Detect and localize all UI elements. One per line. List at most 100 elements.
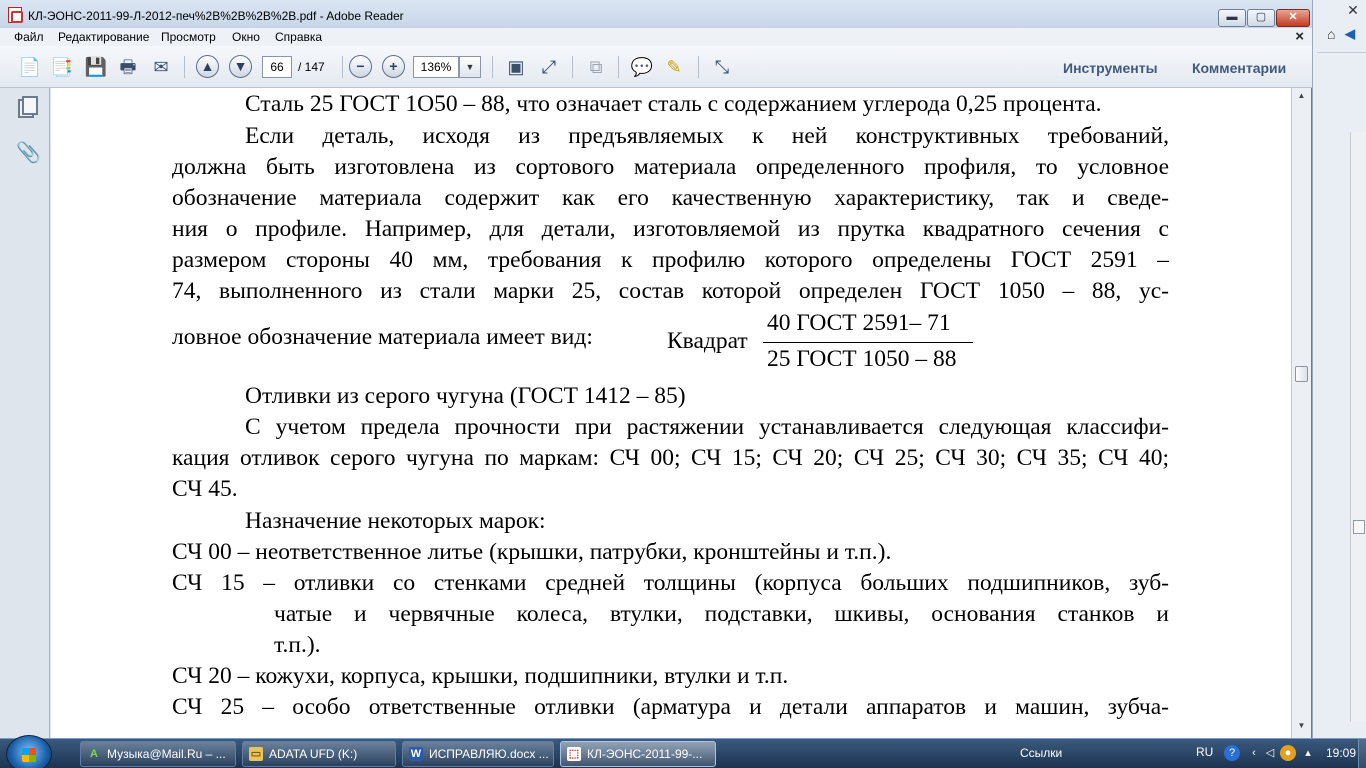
speaker-icon[interactable]: ◁ bbox=[1262, 745, 1278, 761]
scroll-up-icon[interactable]: ▲ bbox=[1292, 88, 1311, 104]
doc-line: С учетом предела прочности при растяжени… bbox=[245, 414, 1169, 440]
close-button[interactable]: ✕ bbox=[1276, 9, 1310, 27]
zoom-out-icon[interactable]: − bbox=[349, 55, 372, 78]
doc-line: СЧ 15 – отливки со стенками средней толщ… bbox=[172, 570, 1169, 596]
adobe-reader-window: КЛ-ЭОНС-2011-99-Л-2012-печ%2B%2B%2B%2B.p… bbox=[0, 0, 1312, 738]
toolbar-separator bbox=[698, 56, 699, 78]
doc-line: т.п.). bbox=[274, 632, 321, 658]
scroll-down-icon[interactable]: ▼ bbox=[1292, 718, 1311, 734]
taskbar-item-label: ADATA UFD (K:) bbox=[269, 747, 358, 761]
title-bar[interactable]: КЛ-ЭОНС-2011-99-Л-2012-печ%2B%2B%2B%2B.p… bbox=[0, 0, 1312, 28]
doc-line: Если деталь, исходя из предъявляемых к н… bbox=[245, 123, 1169, 149]
doc-line: Сталь 25 ГОСТ 1О50 – 88, что означает ст… bbox=[245, 91, 1102, 117]
formula-numerator: 40 ГОСТ 2591– 71 bbox=[767, 310, 951, 336]
pdf-icon bbox=[8, 7, 23, 23]
page-total: / 147 bbox=[298, 60, 325, 74]
divider bbox=[1317, 52, 1366, 53]
help-icon[interactable]: ? bbox=[1224, 745, 1240, 761]
back-arrow-icon[interactable]: ◀ bbox=[1345, 26, 1355, 42]
doc-line: ния о профиле. Например, для детали, изг… bbox=[172, 216, 1169, 242]
menu-file[interactable]: Файл bbox=[14, 30, 44, 44]
menu-edit[interactable]: Редактирование bbox=[58, 30, 149, 44]
doc-line: СЧ 00 – неответственное литье (крышки, п… bbox=[172, 539, 892, 565]
formula-denominator: 25 ГОСТ 1050 – 88 bbox=[767, 346, 957, 372]
close-icon[interactable]: ✕ bbox=[1344, 2, 1362, 18]
fit-page-icon[interactable]: ▣ bbox=[504, 55, 528, 79]
toolbar-separator bbox=[184, 56, 185, 78]
formula-keyword: Квадрат bbox=[667, 328, 748, 354]
prev-page-icon[interactable]: ▲ bbox=[196, 55, 219, 78]
doc-line: 74, выполненного из стали марки 25, сост… bbox=[172, 278, 1169, 304]
doc-line: кация отливок серого чугуна по маркам: С… bbox=[172, 445, 1169, 471]
taskbar-item-mailru[interactable]: A Музыка@Mail.Ru – ... bbox=[80, 741, 236, 767]
menu-view[interactable]: Просмотр bbox=[161, 30, 216, 44]
email-icon[interactable]: ✉ bbox=[149, 55, 173, 79]
toolbar-separator bbox=[572, 56, 573, 78]
menu-help[interactable]: Справка bbox=[275, 30, 322, 44]
comment-icon[interactable]: 💬 bbox=[630, 55, 654, 79]
scroll-thumb[interactable] bbox=[1295, 366, 1308, 382]
chevron-left-icon[interactable]: ‹ bbox=[1246, 745, 1262, 761]
mailru-icon: A bbox=[90, 748, 98, 760]
taskbar-item-pdf[interactable]: ⬚ КЛ-ЭОНС-2011-99-... bbox=[560, 741, 716, 767]
fullscreen-icon[interactable]: ⤡ bbox=[710, 55, 734, 79]
chevron-down-icon[interactable]: ▼ bbox=[459, 56, 481, 78]
doc-line: размером стороны 40 мм, требования к про… bbox=[172, 247, 1169, 273]
zoom-in-icon[interactable]: + bbox=[382, 55, 405, 78]
show-desktop-button[interactable] bbox=[1358, 739, 1366, 768]
links-toolbar[interactable]: Ссылки bbox=[1020, 746, 1062, 760]
create-icon[interactable]: 📄 bbox=[18, 55, 42, 79]
fit-width-icon[interactable]: ⤢ bbox=[537, 55, 561, 79]
taskbar-item-word[interactable]: W ИСПРАВЛЯЮ.docx ... bbox=[402, 741, 554, 767]
toolbar-separator bbox=[492, 56, 493, 78]
doc-line: чатые и червячные колеса, втулки, подста… bbox=[274, 601, 1169, 627]
tools-button[interactable]: Инструменты bbox=[1063, 60, 1158, 76]
menu-window[interactable]: Окно bbox=[232, 30, 260, 44]
toolbar-separator bbox=[342, 56, 343, 78]
taskbar-item-label: КЛ-ЭОНС-2011-99-... bbox=[587, 747, 703, 761]
language-indicator[interactable]: RU bbox=[1196, 745, 1213, 759]
highlight-icon[interactable]: ✎ bbox=[662, 55, 686, 79]
taskbar: A Музыка@Mail.Ru – ... ▭ ADATA UFD (K:) … bbox=[0, 735, 1366, 768]
word-icon: W bbox=[409, 747, 423, 761]
print-icon[interactable]: 🖶 bbox=[116, 55, 140, 79]
home-icon[interactable]: ⌂ bbox=[1327, 26, 1335, 42]
minimize-button[interactable]: ▬ bbox=[1218, 9, 1246, 27]
background-scrollbar[interactable] bbox=[1350, 132, 1366, 722]
network-icon[interactable]: ● bbox=[1280, 745, 1296, 761]
taskbar-item-label: ИСПРАВЛЯЮ.docx ... bbox=[429, 747, 549, 761]
doc-line: СЧ 25 – особо ответственные отливки (арм… bbox=[172, 694, 1169, 720]
next-page-icon[interactable]: ▼ bbox=[229, 55, 252, 78]
save-icon[interactable]: 💾 bbox=[84, 55, 108, 79]
fraction-bar bbox=[763, 342, 973, 343]
scroll-thumb[interactable] bbox=[1353, 520, 1365, 534]
zoom-input[interactable]: 136% bbox=[413, 56, 459, 78]
copy-icon[interactable]: ⧉ bbox=[584, 55, 608, 79]
combine-icon[interactable]: 📑 bbox=[50, 55, 74, 79]
doc-heading: Отливки из серого чугуна (ГОСТ 1412 – 85… bbox=[245, 383, 686, 409]
flag-icon[interactable]: ▴ bbox=[1300, 745, 1316, 761]
close-document-icon[interactable]: × bbox=[1295, 28, 1304, 45]
document-area[interactable]: Сталь 25 ГОСТ 1О50 – 88, что означает ст… bbox=[51, 88, 1291, 738]
taskbar-item-folder[interactable]: ▭ ADATA UFD (K:) bbox=[242, 741, 396, 767]
clock[interactable]: 19:09 bbox=[1326, 746, 1356, 760]
vertical-scrollbar[interactable]: ▲ ▼ bbox=[1291, 88, 1311, 738]
doc-line: обозначение материала содержит как его к… bbox=[172, 185, 1169, 211]
window-title: КЛ-ЭОНС-2011-99-Л-2012-печ%2B%2B%2B%2B.p… bbox=[28, 9, 404, 23]
maximize-button[interactable]: ▢ bbox=[1247, 9, 1275, 27]
comments-button[interactable]: Комментарии bbox=[1192, 60, 1286, 76]
doc-line: СЧ 45. bbox=[172, 476, 238, 502]
pdf-page: Сталь 25 ГОСТ 1О50 – 88, что означает ст… bbox=[51, 88, 1291, 738]
folder-icon: ▭ bbox=[249, 747, 263, 761]
pages-icon[interactable] bbox=[16, 96, 38, 120]
pdf-icon: ⬚ bbox=[567, 747, 581, 761]
taskbar-item-label: Музыка@Mail.Ru – ... bbox=[107, 747, 226, 761]
doc-line: должна быть изготовлена из сортового мат… bbox=[172, 154, 1169, 180]
page-number-input[interactable]: 66 bbox=[262, 56, 292, 78]
attachment-icon[interactable]: 📎 bbox=[16, 140, 41, 164]
navigation-panel: 📎 bbox=[0, 88, 50, 738]
start-button[interactable] bbox=[6, 735, 52, 768]
doc-line: СЧ 20 – кожухи, корпуса, крышки, подшипн… bbox=[172, 663, 789, 689]
toolbar-separator bbox=[618, 56, 619, 78]
screen: ✕ ⌂ ◀ КЛ-ЭОНС-2011-99-Л-2012-печ%2B%2B%2… bbox=[0, 0, 1366, 768]
